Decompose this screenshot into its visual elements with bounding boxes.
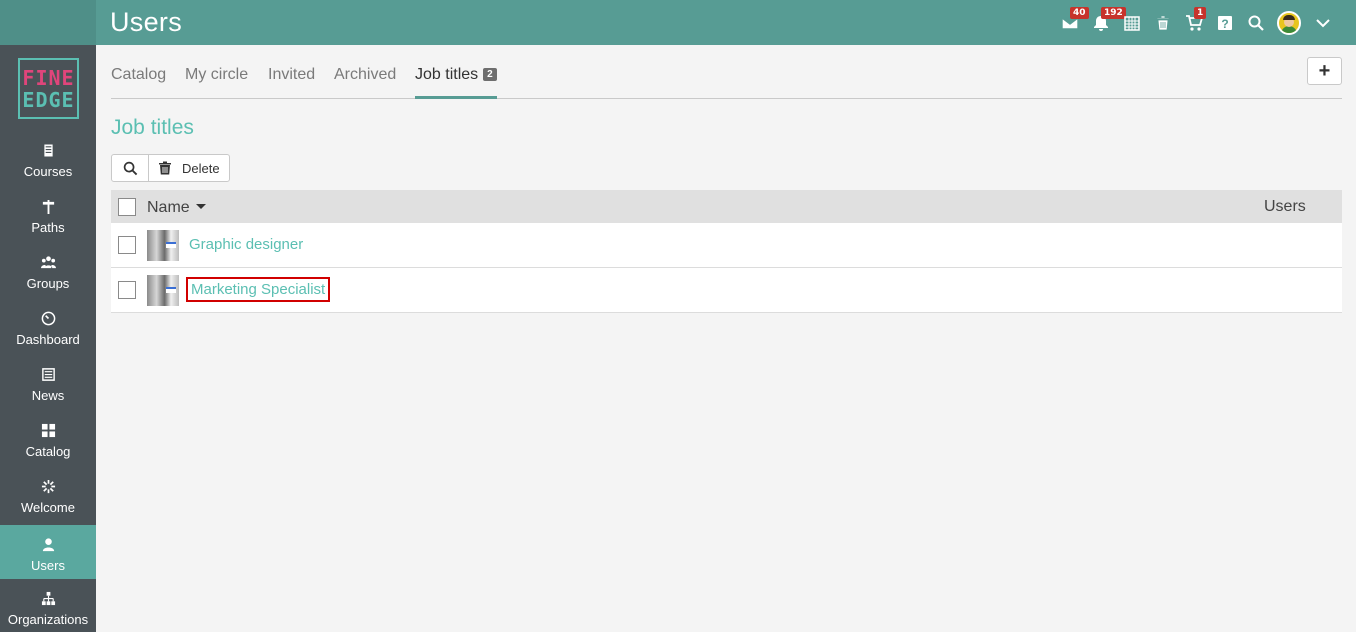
book-icon bbox=[42, 143, 54, 158]
sidebar-item-label: Dashboard bbox=[16, 332, 80, 347]
top-bar-corner bbox=[0, 0, 96, 45]
chevron-down-icon[interactable] bbox=[1307, 0, 1338, 45]
top-bar: Users 40 192 1 ? bbox=[0, 0, 1356, 45]
avatar[interactable] bbox=[1277, 10, 1301, 35]
grid-icon bbox=[41, 423, 55, 438]
user-icon bbox=[42, 538, 54, 552]
sidebar-item-label: News bbox=[31, 388, 65, 403]
job-title-thumbnail bbox=[147, 275, 179, 306]
search-icon bbox=[123, 161, 137, 175]
section-title: Job titles bbox=[111, 116, 194, 139]
select-all-checkbox[interactable] bbox=[118, 198, 136, 216]
sidebar-item-organizations[interactable]: Organizations bbox=[0, 579, 96, 632]
sidebar-item-dashboard[interactable]: Dashboard bbox=[0, 299, 96, 353]
name-column-header[interactable]: Name bbox=[147, 199, 206, 217]
trash-icon[interactable] bbox=[1147, 0, 1178, 45]
row-checkbox[interactable] bbox=[118, 236, 136, 254]
sidebar-item-users[interactable]: Users bbox=[0, 525, 96, 579]
sidebar-item-label: Users bbox=[31, 558, 65, 573]
mail-icon[interactable]: 40 bbox=[1054, 0, 1089, 45]
sort-caret-icon bbox=[195, 204, 206, 209]
sidebar-item-label: Organizations bbox=[7, 612, 89, 627]
job-titles-table: Name Users Graphic designer Marketing Sp… bbox=[111, 190, 1342, 313]
toolbar: Delete bbox=[111, 154, 230, 182]
newspaper-icon bbox=[41, 368, 55, 381]
sidebar-item-label: Groups bbox=[26, 276, 70, 291]
gauge-icon bbox=[41, 311, 55, 326]
sidebar-item-label: Paths bbox=[31, 220, 65, 235]
search-button[interactable] bbox=[112, 155, 149, 181]
sidebar-item-label: Courses bbox=[23, 164, 73, 179]
job-title-thumbnail bbox=[147, 230, 179, 261]
org-chart-icon bbox=[41, 591, 55, 606]
job-title-link[interactable]: Graphic designer bbox=[189, 236, 303, 253]
svg-text:?: ? bbox=[1221, 17, 1228, 31]
delete-button[interactable]: Delete bbox=[149, 155, 229, 181]
logo-line2: EDGE bbox=[22, 87, 75, 112]
group-icon bbox=[40, 256, 56, 269]
logo[interactable]: FINE EDGE bbox=[18, 58, 79, 119]
tab-my-circle[interactable]: My circle bbox=[185, 66, 248, 99]
sidebar: FINE EDGE Courses Paths Groups Dashboard… bbox=[0, 45, 96, 632]
table-row: Marketing Specialist bbox=[111, 268, 1342, 313]
tab-job-titles[interactable]: Job titles 2 bbox=[415, 66, 497, 99]
table-row: Graphic designer bbox=[111, 223, 1342, 268]
sidebar-item-paths[interactable]: Paths bbox=[0, 187, 96, 241]
help-icon[interactable]: ? bbox=[1209, 0, 1240, 45]
signpost-icon bbox=[42, 199, 54, 214]
top-icons: 40 192 1 ? bbox=[1054, 0, 1338, 45]
tab-count-badge: 2 bbox=[483, 68, 497, 81]
page-title: Users bbox=[110, 7, 183, 37]
tab-archived[interactable]: Archived bbox=[334, 66, 396, 99]
sidebar-item-groups[interactable]: Groups bbox=[0, 243, 96, 297]
logo-line1: FINE bbox=[22, 65, 75, 90]
tab-label: Job titles bbox=[415, 66, 479, 83]
spinner-icon bbox=[41, 479, 55, 494]
sidebar-item-label: Welcome bbox=[21, 500, 75, 515]
sidebar-item-catalog[interactable]: Catalog bbox=[0, 411, 96, 465]
job-title-link[interactable]: Marketing Specialist bbox=[185, 277, 331, 302]
tab-catalog[interactable]: Catalog bbox=[111, 66, 166, 99]
row-checkbox[interactable] bbox=[118, 281, 136, 299]
name-column-label: Name bbox=[147, 199, 190, 216]
delete-label: Delete bbox=[182, 160, 220, 176]
bell-icon[interactable]: 192 bbox=[1085, 0, 1126, 45]
table-header: Name Users bbox=[111, 190, 1342, 223]
cart-icon[interactable]: 1 bbox=[1178, 0, 1209, 45]
sidebar-item-label: Catalog bbox=[25, 444, 71, 459]
tab-bar: Catalog My circle Invited Archived Job t… bbox=[111, 56, 1342, 99]
cart-badge: 1 bbox=[1194, 7, 1207, 19]
sidebar-item-courses[interactable]: Courses bbox=[0, 131, 96, 185]
search-icon[interactable] bbox=[1240, 0, 1271, 45]
sidebar-item-news[interactable]: News bbox=[0, 355, 96, 409]
add-button[interactable]: + bbox=[1307, 57, 1342, 85]
users-column-header: Users bbox=[1264, 198, 1306, 215]
trash-icon bbox=[159, 161, 171, 175]
calendar-icon[interactable] bbox=[1116, 0, 1147, 45]
tab-invited[interactable]: Invited bbox=[268, 66, 315, 99]
sidebar-item-welcome[interactable]: Welcome bbox=[0, 467, 96, 521]
